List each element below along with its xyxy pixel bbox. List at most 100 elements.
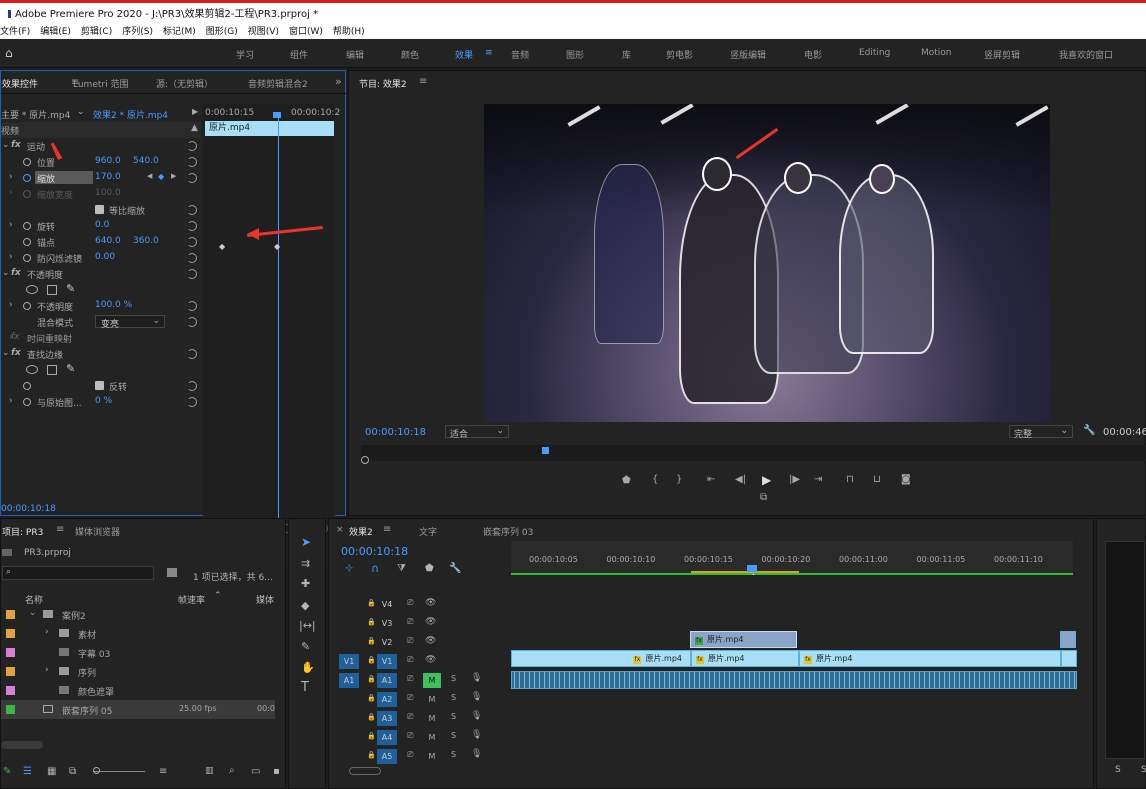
- sequence-clip-label[interactable]: 效果2 * 原片.mp4: [93, 108, 168, 121]
- anchor-y[interactable]: 360.0: [133, 236, 159, 246]
- track-target-v4[interactable]: V4: [377, 597, 397, 612]
- reset-icon[interactable]: [187, 205, 197, 215]
- solo-button[interactable]: S: [451, 750, 456, 759]
- linked-select-icon[interactable]: ⧩: [397, 563, 406, 574]
- reset-icon[interactable]: [187, 173, 197, 183]
- workspace-tab-12[interactable]: Motion: [921, 48, 952, 58]
- lock-icon[interactable]: 🔒: [367, 599, 376, 607]
- reset-icon[interactable]: [187, 237, 197, 247]
- microphone-icon[interactable]: 🎙: [471, 692, 482, 702]
- icon-view-icon[interactable]: ▦: [47, 766, 56, 777]
- anti-flicker-value[interactable]: 0.00: [95, 252, 115, 262]
- time-remap-row[interactable]: › fx 时间重映射: [1, 330, 201, 346]
- play-icon[interactable]: ▶: [762, 473, 771, 487]
- fx-icon[interactable]: fx: [11, 268, 21, 278]
- camera-icon[interactable]: ◙: [901, 474, 911, 485]
- scale-row[interactable]: › 缩放 170.0 ◀ ◆ ▶: [1, 170, 201, 186]
- video-frame[interactable]: [484, 104, 1050, 422]
- add-keyframe-icon[interactable]: ◆: [158, 172, 164, 181]
- blend-mode-row[interactable]: 混合模式 变亮 ⌄: [1, 314, 201, 330]
- menu-item-6[interactable]: 视图(V): [248, 24, 279, 37]
- rotation-value[interactable]: 0.0: [95, 220, 109, 230]
- label-color-swatch[interactable]: [6, 629, 15, 638]
- solo-button[interactable]: S: [451, 674, 456, 683]
- expand-icon[interactable]: ›: [9, 172, 13, 182]
- position-y[interactable]: 540.0: [133, 156, 159, 166]
- reset-icon[interactable]: [187, 253, 197, 263]
- source-clip-label[interactable]: 主要 * 原片.mp4: [1, 108, 70, 121]
- tab-sequence-effect2[interactable]: 效果2: [349, 525, 373, 538]
- mute-button[interactable]: M: [423, 749, 441, 764]
- sync-lock-icon[interactable]: ⎚: [407, 655, 413, 665]
- et-clip-bar[interactable]: 原片.mp4: [205, 121, 334, 136]
- invert-checkbox[interactable]: [95, 381, 104, 390]
- microphone-icon[interactable]: 🎙: [471, 749, 482, 759]
- extract-icon[interactable]: ⊔: [873, 474, 881, 485]
- workspace-menu-icon[interactable]: ≡: [485, 48, 493, 58]
- expand-icon[interactable]: ›: [9, 396, 13, 406]
- label-color-swatch[interactable]: [6, 667, 15, 676]
- expand-icon[interactable]: ›: [45, 665, 49, 675]
- project-list-item[interactable]: 颜色遮罩: [1, 681, 275, 700]
- zoom-handle-icon[interactable]: [361, 456, 369, 464]
- eye-icon[interactable]: 👁: [425, 617, 436, 627]
- overflow-icon[interactable]: »: [335, 75, 342, 88]
- multicam-icon[interactable]: ⧉: [760, 492, 767, 503]
- track-target-v3[interactable]: V3: [377, 616, 397, 631]
- project-list-item[interactable]: 字幕 03: [1, 643, 275, 662]
- expand-icon[interactable]: ⌄: [29, 608, 37, 618]
- workspace-tab-9[interactable]: 竖版编辑: [730, 48, 766, 61]
- mute-button[interactable]: M: [423, 673, 441, 688]
- reset-icon[interactable]: [187, 381, 197, 391]
- lock-icon[interactable]: 🔒: [367, 618, 376, 626]
- time-ruler[interactable]: 00:00:10:05 00:00:10:10 00:00:10:15 00:00:1…: [511, 541, 1073, 575]
- expand-icon[interactable]: ›: [9, 220, 13, 230]
- keyframe-icon[interactable]: ◆: [219, 242, 225, 251]
- anti-flicker-row[interactable]: › 防闪烁滤镜 0.00: [1, 250, 201, 266]
- opacity-section-row[interactable]: ⌄ fx 不透明度: [1, 266, 201, 282]
- invert-row[interactable]: 反转: [1, 378, 201, 394]
- blend-original-row[interactable]: › 与原始图... 0 %: [1, 394, 201, 410]
- sync-lock-icon[interactable]: ⎚: [407, 636, 413, 646]
- solo-button[interactable]: S: [451, 712, 456, 721]
- track-header-a4[interactable]: 🔒 A4 ⎚ M S 🎙: [337, 728, 507, 747]
- track-target-a3[interactable]: A3: [377, 711, 397, 726]
- track-target-a2[interactable]: A2: [377, 692, 397, 707]
- go-to-out-icon[interactable]: ⇥: [814, 474, 822, 485]
- track-header-v1[interactable]: V1 🔒 V1 ⎚ 👁: [337, 652, 507, 671]
- reset-icon[interactable]: [187, 269, 197, 279]
- hand-tool-icon[interactable]: ✋: [301, 661, 315, 674]
- close-tab-icon[interactable]: ×: [336, 525, 344, 535]
- mark-out-icon[interactable]: }: [676, 474, 682, 485]
- step-forward-icon[interactable]: |▶: [789, 474, 800, 485]
- track-header-v3[interactable]: 🔒 V3 ⎚ 👁: [337, 614, 507, 633]
- pen-mask-icon[interactable]: ✎: [66, 362, 75, 375]
- fx-icon[interactable]: fx: [11, 348, 21, 358]
- wrench-icon[interactable]: 🔧: [1083, 425, 1095, 436]
- list-view-icon[interactable]: ☰: [23, 766, 32, 777]
- opacity-row[interactable]: › 不透明度 100.0 %: [1, 298, 201, 314]
- lock-icon[interactable]: 🔒: [367, 656, 376, 664]
- stopwatch-icon[interactable]: [23, 238, 31, 246]
- expand-icon[interactable]: ›: [9, 300, 13, 310]
- microphone-icon[interactable]: 🎙: [471, 730, 482, 740]
- tab-sequence-text[interactable]: 文字: [419, 525, 437, 538]
- zoom-slider-handle[interactable]: [93, 767, 100, 774]
- workspace-tab-13[interactable]: 竖屏剪辑: [984, 48, 1020, 61]
- stopwatch-icon[interactable]: [23, 158, 31, 166]
- label-color-swatch[interactable]: [6, 610, 15, 619]
- track-target-v2[interactable]: V2: [377, 635, 397, 650]
- project-list-item[interactable]: › 素材: [1, 624, 275, 643]
- stopwatch-icon[interactable]: [23, 302, 31, 310]
- reset-icon[interactable]: [187, 349, 197, 359]
- fit-select[interactable]: 适合 ⌄: [445, 425, 509, 440]
- v2-clip[interactable]: fx 原片.mp4: [690, 631, 797, 648]
- et-playhead-marker[interactable]: [273, 112, 281, 118]
- menu-item-2[interactable]: 剪辑(C): [81, 24, 112, 37]
- mute-button[interactable]: M: [423, 730, 441, 745]
- lock-icon[interactable]: 🔒: [367, 694, 376, 702]
- position-row[interactable]: 位置 960.0 540.0: [1, 146, 201, 170]
- expand-icon[interactable]: ›: [9, 252, 13, 262]
- freeform-view-icon[interactable]: ⧉: [69, 766, 76, 777]
- label-color-swatch[interactable]: [6, 705, 15, 714]
